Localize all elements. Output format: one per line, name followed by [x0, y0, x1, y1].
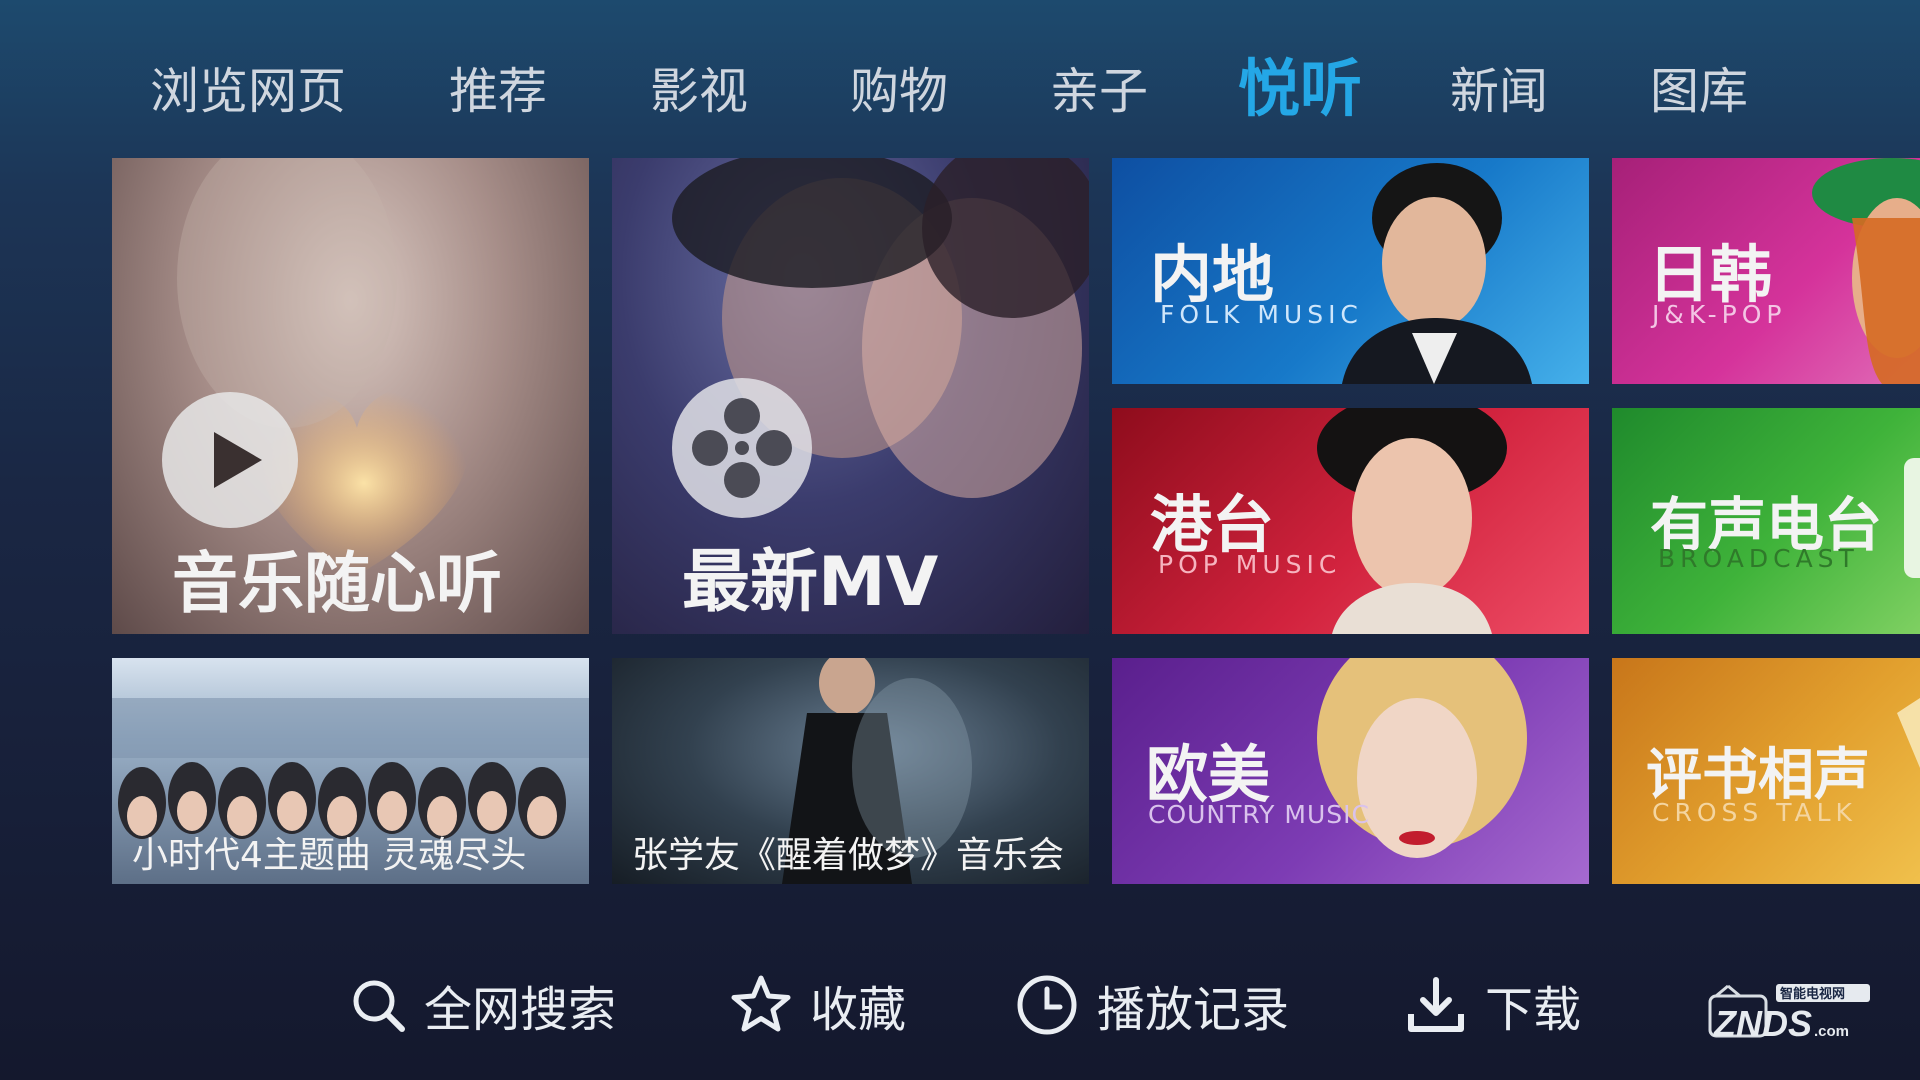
- svg-text:ZNDS: ZNDS: [1713, 1003, 1812, 1044]
- star-icon: [731, 975, 791, 1032]
- tile-western-subtitle: COUNTRY MUSIC: [1148, 800, 1370, 829]
- history-label: 播放记录: [1097, 982, 1290, 1038]
- tab-movies[interactable]: 影视: [650, 52, 748, 123]
- tab-gallery[interactable]: 图库: [1650, 52, 1748, 123]
- history-button[interactable]: 播放记录: [1015, 973, 1290, 1038]
- tile-jk[interactable]: 日韩 J&K-POP: [1612, 158, 1920, 384]
- tile-tiny-caption: 小时代4主题曲 灵魂尽头: [132, 835, 527, 876]
- tab-music-active[interactable]: 悦听: [1238, 38, 1362, 128]
- film-reel-icon: [672, 378, 812, 518]
- search-button[interactable]: 全网搜索: [350, 973, 617, 1038]
- tile-mainland[interactable]: 内地 FOLK MUSIC: [1112, 158, 1589, 384]
- tab-browse-web[interactable]: 浏览网页: [150, 52, 346, 123]
- tile-concert[interactable]: 张学友《醒着做梦》音乐会: [612, 658, 1089, 884]
- tile-jk-subtitle: J&K-POP: [1652, 300, 1787, 329]
- download-button[interactable]: 下载: [1405, 973, 1582, 1038]
- tile-music-random[interactable]: 音乐随心听: [112, 158, 589, 634]
- play-icon: [162, 392, 298, 528]
- favorites-button[interactable]: 收藏: [730, 973, 907, 1038]
- tile-western[interactable]: 欧美 COUNTRY MUSIC: [1112, 658, 1589, 884]
- svg-text:智能电视网: 智能电视网: [1780, 986, 1845, 1002]
- download-label: 下载: [1485, 982, 1582, 1038]
- tile-concert-caption: 张学友《醒着做梦》音乐会: [632, 835, 1065, 876]
- tile-crosstalk[interactable]: 评书相声 CROSS TALK: [1612, 658, 1920, 884]
- tile-mv-title: 最新MV: [682, 543, 939, 622]
- znds-logo: ZNDS .com 智能电视网: [1706, 978, 1876, 1048]
- download-icon: [1408, 977, 1464, 1032]
- favorites-label: 收藏: [810, 982, 907, 1038]
- tile-tiny-times-song[interactable]: 小时代4主题曲 灵魂尽头: [112, 658, 589, 884]
- tile-crosstalk-subtitle: CROSS TALK: [1652, 798, 1857, 827]
- tile-latest-mv[interactable]: 最新MV: [612, 158, 1089, 634]
- tab-kids[interactable]: 亲子: [1050, 52, 1148, 123]
- search-label: 全网搜索: [424, 982, 617, 1038]
- tile-music-title: 音乐随心听: [172, 545, 502, 622]
- clock-icon: [1017, 975, 1077, 1035]
- svg-text:.com: .com: [1814, 1023, 1849, 1040]
- tile-hktw[interactable]: 港台 POP MUSIC: [1112, 408, 1589, 634]
- search-icon: [353, 980, 405, 1032]
- tile-hktw-subtitle: POP MUSIC: [1158, 550, 1342, 579]
- tile-radio[interactable]: 有声电台 BROADCAST: [1612, 408, 1920, 634]
- tab-recommend[interactable]: 推荐: [449, 52, 547, 123]
- tile-radio-subtitle: BROADCAST: [1658, 544, 1859, 573]
- top-nav: 浏览网页 推荐 影视 购物 亲子 悦听 新闻 图库: [0, 0, 1920, 150]
- tab-news[interactable]: 新闻: [1450, 52, 1548, 123]
- tile-mainland-subtitle: FOLK MUSIC: [1160, 300, 1363, 329]
- bottom-toolbar: 全网搜索 收藏 播放记录 下载: [0, 955, 1920, 1055]
- tab-shopping[interactable]: 购物: [850, 52, 948, 123]
